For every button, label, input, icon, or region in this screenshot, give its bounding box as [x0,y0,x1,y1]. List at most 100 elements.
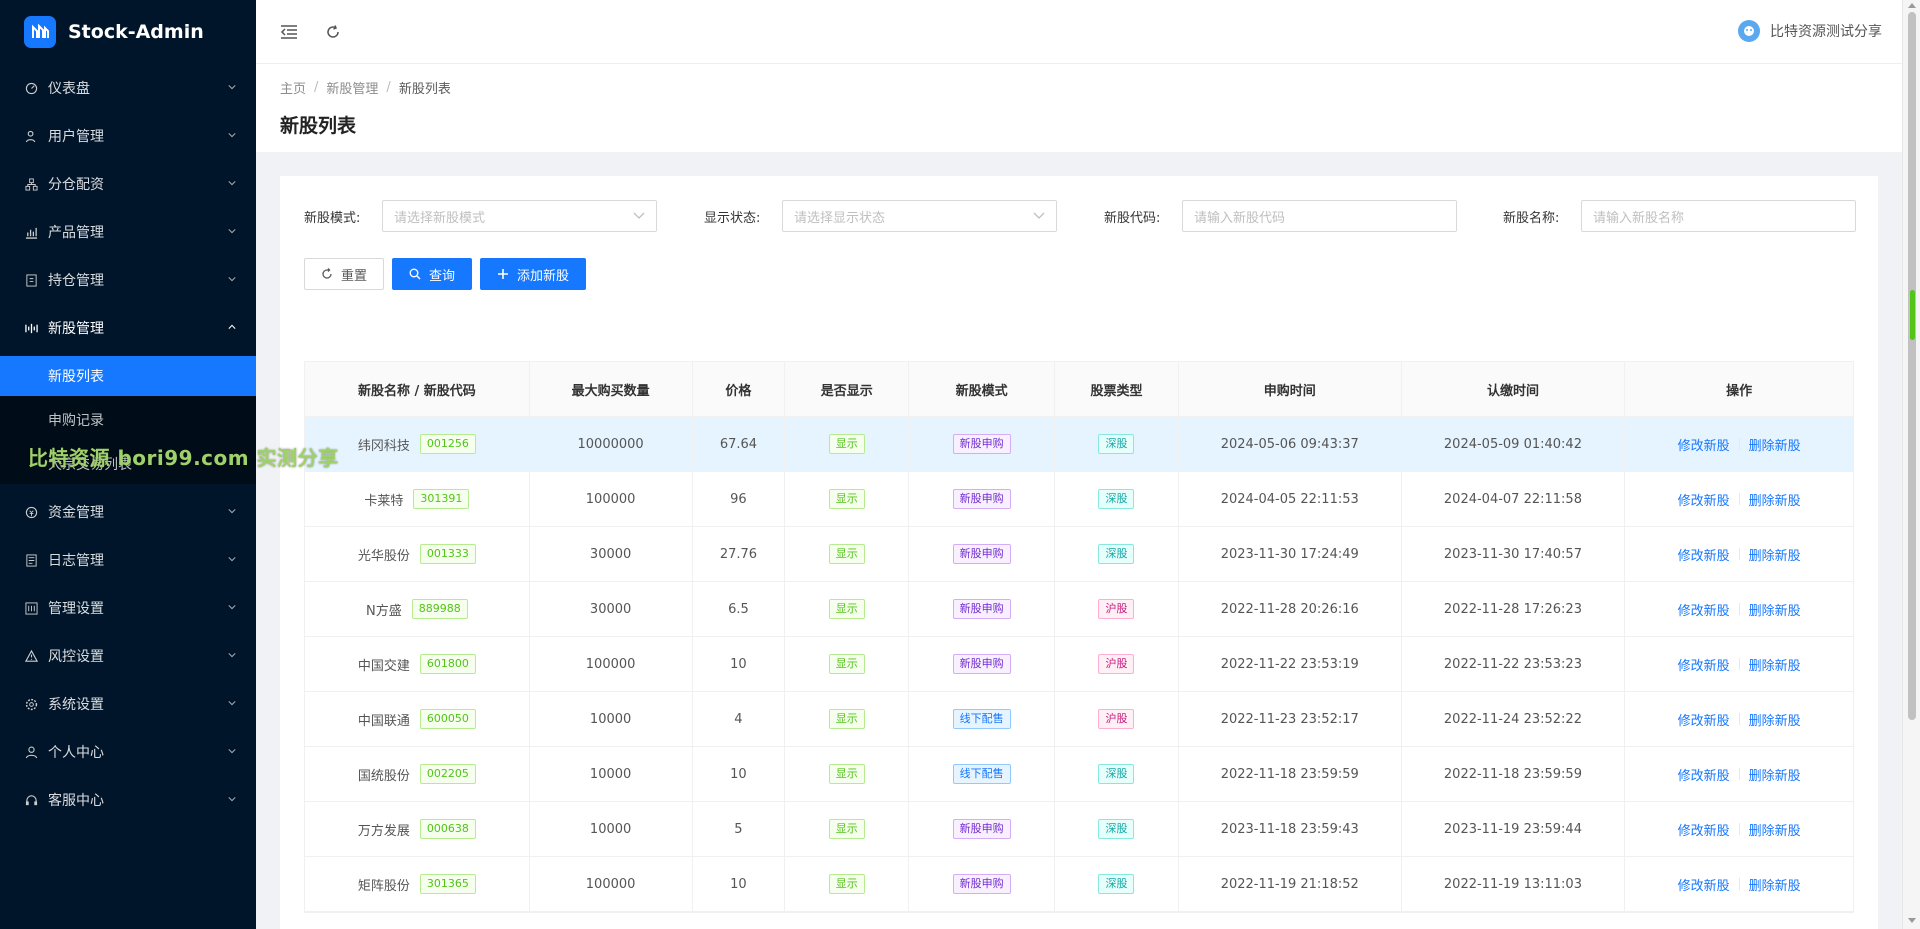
delete-ipo-link[interactable]: 删除新股 [1749,820,1801,839]
submenu-item[interactable]: 新股列表 [0,356,256,396]
delete-ipo-link[interactable]: 删除新股 [1749,435,1801,454]
actions-cell: 修改新股 删除新股 [1625,692,1853,746]
edit-ipo-link[interactable]: 修改新股 [1678,655,1730,674]
display-status-select[interactable]: 请选择显示状态 [782,200,1057,232]
delete-ipo-link[interactable]: 删除新股 [1749,490,1801,509]
pay-time-cell: 2024-05-09 01:40:42 [1402,417,1626,471]
add-ipo-button[interactable]: 添加新股 [480,258,587,290]
pay-time-cell: 2022-11-28 17:26:23 [1402,582,1626,636]
ipo-code-tag: 002205 [419,764,476,784]
filter-label: 新股模式: [304,210,361,226]
table-header: 新股名称 / 新股代码 最大购买数量 价格 是否显示 新股模式 股票类型 申购时… [305,362,1853,417]
sidebar-item-dashboard[interactable]: 仪表盘 [0,64,256,112]
plus-icon [497,268,509,280]
sidebar-item-log-management[interactable]: 日志管理 [0,536,256,584]
edit-ipo-link[interactable]: 修改新股 [1678,820,1730,839]
ipo-mode-tag: 新股申购 [952,544,1011,564]
ipo-code-tag: 600050 [419,709,476,729]
delete-ipo-link[interactable]: 删除新股 [1749,765,1801,784]
action-divider [1738,878,1740,890]
admin-settings-icon [24,601,38,615]
ipo-code-tag: 889988 [411,599,468,619]
show-cell: 显示 [785,472,910,526]
chevron-down-icon [228,748,236,756]
table-row: N方盛 889988 30000 6.5 显示 新股申购 沪股 2022-11-28 20:2… [305,582,1853,637]
breadcrumb-separator: / [314,80,319,95]
ipo-name: 矩阵股份 [357,878,410,894]
sidebar-item-personal-center[interactable]: 个人中心 [0,728,256,776]
scroll-indicator [1910,290,1915,340]
ipo-mode-select[interactable]: 请选择新股模式 [382,200,657,232]
subscribe-time-cell: 2024-04-05 22:11:53 [1179,472,1402,526]
show-cell: 显示 [785,637,910,691]
sidebar-item-label: 个人中心 [48,745,104,761]
menu-fold-icon[interactable] [278,21,300,43]
edit-ipo-link[interactable]: 修改新股 [1678,765,1730,784]
ipo-code-tag: 001256 [419,434,476,454]
type-cell: 深股 [1055,802,1179,856]
edit-ipo-link[interactable]: 修改新股 [1678,600,1730,619]
sidebar-item-ipo-management[interactable]: 新股管理 [0,304,256,352]
scroll-up-icon[interactable] [1908,3,1916,8]
edit-ipo-link[interactable]: 修改新股 [1678,875,1730,894]
sidebar-item-system-settings[interactable]: 系统设置 [0,680,256,728]
page-scrollbar[interactable] [1902,0,1920,929]
edit-ipo-link[interactable]: 修改新股 [1678,490,1730,509]
submenu-item[interactable]: 申购记录 [0,400,256,440]
price-cell: 10 [693,857,786,911]
ipo-mode-tag: 新股申购 [952,819,1011,839]
edit-ipo-link[interactable]: 修改新股 [1678,545,1730,564]
sidebar-item-risk-settings[interactable]: 风控设置 [0,632,256,680]
sidebar-item-service-center[interactable]: 客服中心 [0,776,256,824]
sidebar-item-product-management[interactable]: 产品管理 [0,208,256,256]
show-cell: 显示 [785,802,910,856]
scrollbar-thumb[interactable] [1908,12,1916,720]
delete-ipo-link[interactable]: 删除新股 [1749,710,1801,729]
table-body: 纬冈科技 001256 10000000 67.64 显示 新股申购 深股 2024-05-0… [305,417,1853,912]
actions-cell: 修改新股 删除新股 [1625,527,1853,581]
ipo-name-input[interactable]: 请输入新股名称 [1581,200,1856,232]
ipo-code-input[interactable]: 请输入新股代码 [1182,200,1457,232]
sidebar-item-allocation[interactable]: 分仓配资 [0,160,256,208]
table-row: 纬冈科技 001256 10000000 67.64 显示 新股申购 深股 2024-05-0… [305,417,1853,472]
delete-ipo-link[interactable]: 删除新股 [1749,545,1801,564]
stock-type-tag: 深股 [1098,764,1135,784]
ipo-icon [24,321,38,335]
scroll-down-icon[interactable] [1908,918,1916,923]
delete-ipo-link[interactable]: 删除新股 [1749,600,1801,619]
breadcrumb-ipo-management[interactable]: 新股管理 [326,78,378,97]
subscribe-time-cell: 2022-11-28 20:26:16 [1179,582,1402,636]
sidebar-item-admin-settings[interactable]: 管理设置 [0,584,256,632]
refresh-icon[interactable] [322,21,344,43]
edit-ipo-link[interactable]: 修改新股 [1678,710,1730,729]
edit-ipo-link[interactable]: 修改新股 [1678,435,1730,454]
sidebar-item-label: 持仓管理 [48,273,104,289]
actions-cell: 修改新股 删除新股 [1625,857,1853,911]
logo-icon [24,16,56,48]
sidebar-item-position-management[interactable]: 持仓管理 [0,256,256,304]
price-cell: 27.76 [693,527,786,581]
stock-type-tag: 沪股 [1098,599,1135,619]
show-cell: 显示 [785,527,910,581]
sidebar-item-fund-management[interactable]: 资金管理 [0,488,256,536]
gear-icon [24,697,38,711]
show-status-tag: 显示 [828,599,865,619]
logo[interactable]: Stock-Admin [0,0,256,64]
delete-ipo-link[interactable]: 删除新股 [1749,655,1801,674]
table-row: 万方发展 000638 10000 5 显示 新股申购 深股 2023-11-18 23:59… [305,802,1853,857]
user-menu[interactable]: 比特资源测试分享 [1738,20,1882,42]
show-status-tag: 显示 [828,764,865,784]
sidebar-item-user-management[interactable]: 用户管理 [0,112,256,160]
search-button[interactable]: 查询 [392,258,473,290]
breadcrumb-current: 新股列表 [398,82,451,97]
sidebar-item-label: 管理设置 [48,601,104,617]
chevron-down-icon [228,652,236,660]
search-icon [409,268,421,280]
chevron-down-icon [1033,212,1045,219]
show-status-tag: 显示 [828,544,865,564]
delete-ipo-link[interactable]: 删除新股 [1749,875,1801,894]
sidebar-item-label: 仪表盘 [48,81,90,97]
ipo-mode-tag: 新股申购 [952,434,1011,454]
breadcrumb-home[interactable]: 主页 [280,78,306,97]
reset-button[interactable]: 重置 [304,258,385,290]
